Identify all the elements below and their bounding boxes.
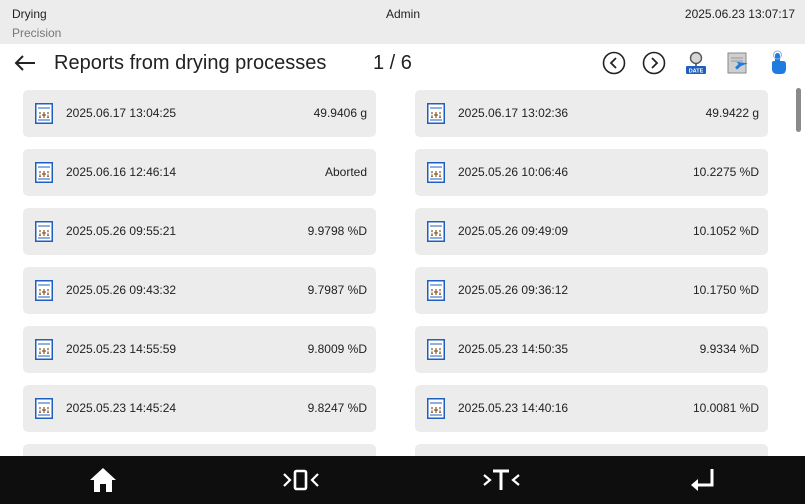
report-item[interactable]: 2025.05.26 10:06:46 10.2275 %D bbox=[415, 149, 768, 196]
export-report-icon bbox=[727, 52, 748, 74]
report-datetime: 2025.05.26 09:43:32 bbox=[66, 283, 177, 297]
prev-page-button[interactable] bbox=[601, 50, 627, 76]
arrow-left-icon bbox=[14, 55, 35, 71]
report-item[interactable]: 2025.05.26 09:49:09 10.1052 %D bbox=[415, 208, 768, 255]
zero-icon bbox=[283, 469, 319, 491]
report-result: 10.1052 %D bbox=[692, 224, 759, 238]
report-item[interactable]: 2025.06.17 13:04:25 49.9406 g bbox=[23, 90, 376, 137]
screen-header: Reports from drying processes 1 / 6 DATE bbox=[0, 44, 805, 86]
report-item[interactable]: 2025.05.23 14:50:35 9.9334 %D bbox=[415, 326, 768, 373]
report-document-icon bbox=[35, 339, 53, 360]
report-document-icon bbox=[427, 221, 445, 242]
report-document-icon bbox=[35, 280, 53, 301]
report-item[interactable]: 2025.06.16 12:46:14 Aborted bbox=[23, 149, 376, 196]
report-datetime: 2025.05.23 14:50:35 bbox=[458, 342, 569, 356]
home-icon bbox=[90, 468, 116, 492]
prev-page-icon bbox=[602, 51, 626, 75]
report-result: 9.9334 %D bbox=[699, 342, 759, 356]
search-by-date-button[interactable]: DATE bbox=[683, 50, 709, 76]
report-datetime: 2025.05.26 09:55:21 bbox=[66, 224, 177, 238]
report-item[interactable]: 2025.05.26 09:36:12 10.1750 %D bbox=[415, 267, 768, 314]
status-mode: Drying bbox=[12, 7, 47, 21]
report-datetime: 2025.06.16 12:46:14 bbox=[66, 165, 177, 179]
report-document-icon bbox=[427, 398, 445, 419]
report-result: Aborted bbox=[324, 165, 367, 179]
report-item[interactable] bbox=[23, 444, 376, 456]
touch-select-icon bbox=[772, 50, 786, 74]
report-list[interactable]: 2025.06.17 13:04:25 49.9406 g 2025.06.17… bbox=[0, 86, 805, 456]
report-item[interactable]: 2025.05.26 09:43:32 9.7987 %D bbox=[23, 267, 376, 314]
back-button[interactable] bbox=[12, 50, 38, 76]
search-by-date-icon: DATE bbox=[686, 51, 706, 75]
report-document-icon bbox=[427, 103, 445, 124]
report-item[interactable]: 2025.05.23 14:55:59 9.8009 %D bbox=[23, 326, 376, 373]
next-page-icon bbox=[642, 51, 666, 75]
report-item[interactable]: 2025.05.23 14:40:16 10.0081 %D bbox=[415, 385, 768, 432]
report-datetime: 2025.06.17 13:04:25 bbox=[66, 106, 177, 120]
page-title: Reports from drying processes bbox=[54, 52, 327, 74]
enter-button[interactable] bbox=[653, 456, 753, 504]
scrollbar-thumb[interactable] bbox=[796, 88, 801, 132]
report-datetime: 2025.05.26 09:36:12 bbox=[458, 283, 569, 297]
svg-text:DATE: DATE bbox=[689, 69, 704, 75]
report-result: 9.7987 %D bbox=[307, 283, 367, 297]
report-datetime: 2025.06.17 13:02:36 bbox=[458, 106, 569, 120]
report-item[interactable]: 2025.05.23 14:45:24 9.8247 %D bbox=[23, 385, 376, 432]
report-datetime: 2025.05.26 09:49:09 bbox=[458, 224, 569, 238]
report-document-icon bbox=[35, 398, 53, 419]
touch-select-button[interactable] bbox=[765, 50, 791, 76]
zero-button[interactable] bbox=[253, 456, 353, 504]
report-item[interactable]: 2025.05.26 09:55:21 9.9798 %D bbox=[23, 208, 376, 255]
report-datetime: 2025.05.26 10:06:46 bbox=[458, 165, 569, 179]
report-item[interactable]: 2025.06.17 13:02:36 49.9422 g bbox=[415, 90, 768, 137]
page-indicator: 1 / 6 bbox=[373, 52, 412, 74]
status-datetime: 2025.06.23 13:07:17 bbox=[684, 7, 795, 21]
status-bar: Drying Precision Admin 2025.06.23 13:07:… bbox=[0, 0, 805, 44]
report-document-icon bbox=[35, 221, 53, 242]
report-result: 49.9422 g bbox=[705, 106, 759, 120]
report-document-icon bbox=[35, 162, 53, 183]
report-result: 10.2275 %D bbox=[692, 165, 759, 179]
report-result: 9.9798 %D bbox=[307, 224, 367, 238]
report-result: 10.1750 %D bbox=[692, 283, 759, 297]
report-result: 9.8009 %D bbox=[307, 342, 367, 356]
tare-button[interactable] bbox=[453, 456, 553, 504]
report-datetime: 2025.05.23 14:40:16 bbox=[458, 401, 569, 415]
report-result: 9.8247 %D bbox=[307, 401, 367, 415]
report-document-icon bbox=[427, 339, 445, 360]
next-page-button[interactable] bbox=[641, 50, 667, 76]
report-item[interactable] bbox=[415, 444, 768, 456]
status-profile[interactable]: Precision bbox=[12, 26, 61, 40]
report-document-icon bbox=[35, 103, 53, 124]
report-result: 49.9406 g bbox=[313, 106, 367, 120]
tare-icon bbox=[483, 469, 520, 490]
report-datetime: 2025.05.23 14:45:24 bbox=[66, 401, 177, 415]
report-document-icon bbox=[427, 162, 445, 183]
report-document-icon bbox=[427, 280, 445, 301]
report-result: 10.0081 %D bbox=[692, 401, 759, 415]
enter-icon bbox=[691, 469, 714, 491]
status-user[interactable]: Admin bbox=[386, 7, 420, 21]
export-report-button[interactable] bbox=[724, 50, 750, 76]
report-datetime: 2025.05.23 14:55:59 bbox=[66, 342, 177, 356]
home-button[interactable] bbox=[53, 456, 153, 504]
bottom-toolbar bbox=[0, 456, 805, 504]
